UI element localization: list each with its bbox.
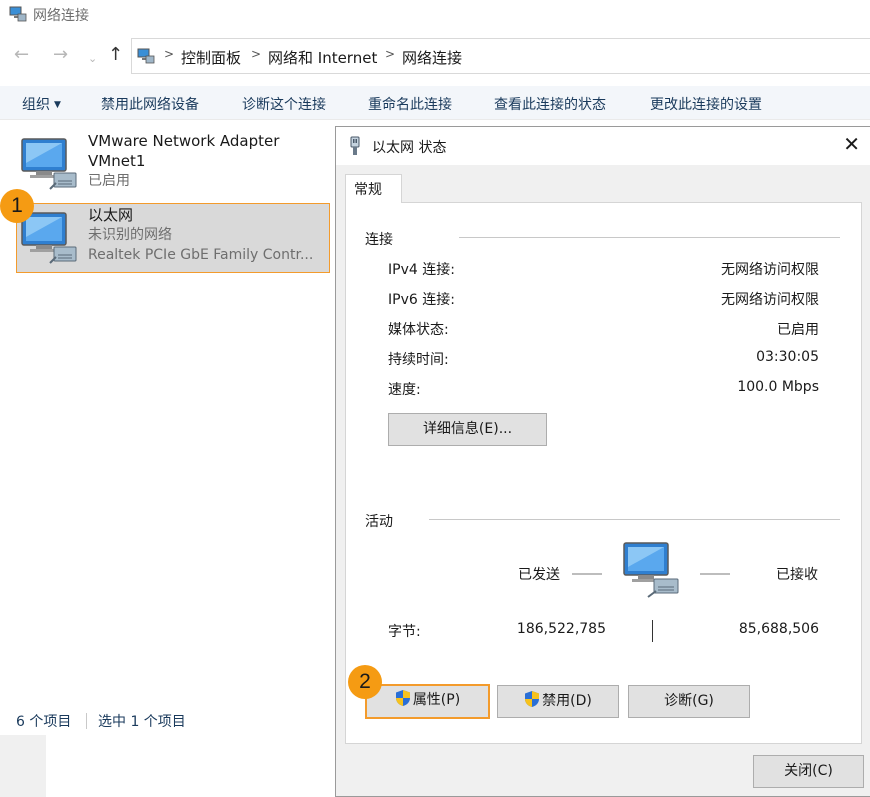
close-button[interactable]: 关闭(C) — [753, 755, 864, 788]
breadcrumb-separator[interactable]: > — [251, 47, 261, 61]
duration-value: 03:30:05 — [756, 349, 819, 365]
caret-down-icon: ▼ — [54, 100, 61, 110]
connection-text: VMware Network Adapter VMnet1 已启用 — [88, 131, 324, 191]
ipv6-label: IPv6 连接: — [388, 292, 455, 308]
disable-label: 禁用(D) — [542, 693, 592, 709]
connection-text: 以太网 未识别的网络 Realtek PCIe GbE Family Contr… — [88, 205, 324, 265]
selected-count: 选中 1 个项目 — [98, 714, 186, 730]
connection-status: 未识别的网络 — [88, 227, 172, 243]
connection-name-line2: VMnet1 — [88, 152, 146, 170]
window-bottom-edge — [0, 735, 336, 797]
network-adapter-icon — [21, 138, 77, 190]
view-status-button[interactable]: 查看此连接的状态 — [494, 94, 606, 114]
ipv6-value: 无网络访问权限 — [721, 292, 819, 308]
network-connections-icon — [9, 6, 27, 22]
breadcrumb-network-internet[interactable]: 网络和 Internet — [268, 47, 377, 68]
organize-menu[interactable]: 组织 ▼ — [22, 94, 61, 114]
back-arrow-icon[interactable]: ← — [14, 46, 29, 64]
uac-shield-icon — [395, 690, 410, 706]
speed-label: 速度: — [388, 382, 421, 398]
uac-shield-icon — [525, 691, 540, 707]
address-bar[interactable]: > 控制面板 > 网络和 Internet > 网络连接 — [131, 38, 870, 74]
breadcrumb-control-panel[interactable]: 控制面板 — [181, 47, 241, 68]
step-badge-1: 1 — [0, 189, 34, 223]
ipv4-value: 无网络访问权限 — [721, 262, 819, 278]
group-divider — [459, 237, 840, 238]
navigation-bar: ← → ⌄ ↑ > 控制面板 > 网络和 Internet > 网络连接 — [0, 38, 870, 76]
received-indicator — [700, 573, 730, 575]
window-titlebar: 网络连接 — [0, 0, 870, 30]
ethernet-status-dialog: 以太网 状态 ✕ 常规 连接 IPv4 连接: 无网络访问权限 IPv6 连接:… — [335, 126, 870, 797]
bytes-label: 字节: — [388, 624, 421, 640]
ethernet-plug-icon — [350, 136, 360, 155]
media-state-label: 媒体状态: — [388, 322, 449, 338]
tab-general[interactable]: 常规 — [345, 174, 402, 203]
close-icon[interactable]: ✕ — [843, 133, 860, 155]
breadcrumb-separator[interactable]: > — [385, 47, 395, 61]
dialog-title: 以太网 状态 — [372, 140, 447, 156]
group-divider — [429, 519, 840, 520]
sent-label: 已发送 — [518, 567, 560, 583]
details-button[interactable]: 详细信息(E)... — [388, 413, 547, 446]
dialog-titlebar: 以太网 状态 ✕ — [336, 127, 870, 165]
speed-value: 100.0 Mbps — [737, 379, 819, 395]
organize-label: 组织 — [22, 97, 50, 113]
disable-device-button[interactable]: 禁用此网络设备 — [101, 94, 199, 114]
connection-adapter: Realtek PCIe GbE Family Contr... — [88, 247, 314, 263]
bytes-separator — [652, 620, 653, 642]
activity-group-title: 活动 — [365, 514, 393, 530]
step-badge-2: 2 — [348, 665, 382, 699]
change-settings-button[interactable]: 更改此连接的设置 — [650, 94, 762, 114]
connection-item-vmware[interactable]: VMware Network Adapter VMnet1 已启用 — [16, 129, 330, 199]
general-tab-panel: 连接 IPv4 连接: 无网络访问权限 IPv6 连接: 无网络访问权限 媒体状… — [345, 202, 862, 744]
control-panel-icon — [137, 48, 155, 64]
media-state-value: 已启用 — [777, 322, 819, 338]
window-title: 网络连接 — [33, 8, 89, 24]
diagnose-connection-button[interactable]: 诊断这个连接 — [242, 94, 326, 114]
bytes-received-value: 85,688,506 — [738, 621, 819, 637]
properties-label: 属性(P) — [412, 692, 461, 708]
forward-arrow-icon[interactable]: → — [53, 46, 68, 64]
status-separator — [86, 713, 87, 729]
connection-name: 以太网 — [88, 206, 134, 224]
items-count: 6 个项目 — [16, 714, 72, 730]
sent-indicator — [572, 573, 602, 575]
received-label: 已接收 — [776, 567, 818, 583]
breadcrumb-network-connections[interactable]: 网络连接 — [402, 47, 462, 68]
network-adapter-icon — [21, 212, 77, 264]
duration-label: 持续时间: — [388, 352, 449, 368]
connection-item-ethernet[interactable]: 以太网 未识别的网络 Realtek PCIe GbE Family Contr… — [16, 203, 330, 273]
disable-button[interactable]: 禁用(D) — [497, 685, 619, 718]
connection-name: VMware Network Adapter — [88, 132, 280, 150]
connection-group-title: 连接 — [365, 232, 393, 248]
ipv4-label: IPv4 连接: — [388, 262, 455, 278]
network-activity-icon — [623, 542, 679, 598]
background-window — [46, 735, 336, 797]
diagnose-button[interactable]: 诊断(G) — [628, 685, 750, 718]
chevron-down-icon[interactable]: ⌄ — [88, 50, 97, 68]
bytes-sent-value: 186,522,785 — [516, 621, 606, 637]
status-bar: 6 个项目 选中 1 个项目 — [0, 705, 336, 735]
properties-button[interactable]: 属性(P) — [365, 684, 490, 719]
up-arrow-icon[interactable]: ↑ — [108, 46, 123, 64]
breadcrumb-separator[interactable]: > — [164, 47, 174, 61]
command-bar: 组织 ▼ 禁用此网络设备 诊断这个连接 重命名此连接 查看此连接的状态 更改此连接… — [0, 86, 870, 120]
rename-connection-button[interactable]: 重命名此连接 — [368, 94, 452, 114]
connection-status: 已启用 — [88, 173, 130, 189]
connections-list: VMware Network Adapter VMnet1 已启用 以太网 未识… — [0, 121, 336, 733]
